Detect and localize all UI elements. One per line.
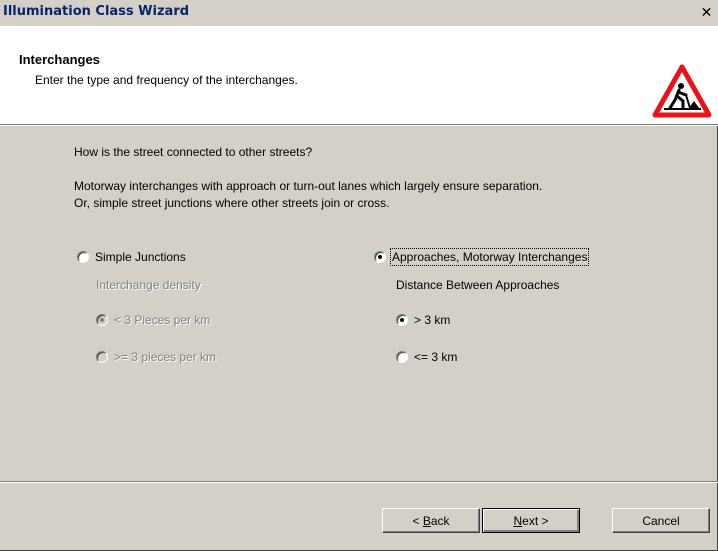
next-rest: ext >	[522, 513, 549, 528]
back-rest: ack	[430, 513, 450, 528]
radio-button[interactable]	[77, 251, 89, 263]
radio-less-than-3-pieces[interactable]: < 3 Pieces per km	[96, 313, 210, 327]
wizard-window: Illumination Class Wizard ✕ Interchanges…	[0, 0, 718, 551]
back-prefix: <	[412, 513, 423, 528]
cancel-button[interactable]: Cancel	[612, 508, 710, 533]
wizard-header: Interchanges Enter the type and frequenc…	[0, 26, 718, 125]
radio-button[interactable]	[396, 314, 408, 326]
page-subtitle: Enter the type and frequency of the inte…	[35, 73, 298, 87]
next-button[interactable]: Next >	[482, 508, 580, 533]
description-line-2: Or, simple street junctions where other …	[74, 196, 390, 210]
radio-button[interactable]	[374, 251, 386, 263]
next-mnemonic: N	[513, 513, 523, 528]
cancel-label: Cancel	[642, 513, 680, 528]
radio-label: Simple Junctions	[95, 250, 186, 264]
radio-button[interactable]	[96, 351, 108, 363]
title-bar[interactable]: Illumination Class Wizard ✕	[0, 0, 718, 26]
radio-label: < 3 Pieces per km	[114, 313, 211, 327]
page-title: Interchanges	[19, 52, 100, 67]
close-icon[interactable]: ✕	[699, 5, 714, 20]
radio-3-or-more-pieces[interactable]: >= 3 pieces per km	[96, 350, 216, 364]
question-text: How is the street connected to other str…	[74, 145, 313, 159]
radio-simple-junctions[interactable]: Simple Junctions	[77, 250, 186, 264]
interchange-density-label: Interchange density	[96, 278, 201, 292]
radio-more-than-3-km[interactable]: > 3 km	[396, 313, 450, 327]
description-line-1: Motorway interchanges with approach or t…	[74, 179, 543, 193]
radio-label: >= 3 pieces per km	[114, 350, 217, 364]
distance-between-approaches-label: Distance Between Approaches	[396, 278, 560, 292]
back-mnemonic: B	[422, 513, 431, 528]
radio-label: > 3 km	[414, 313, 451, 327]
radio-button[interactable]	[396, 351, 408, 363]
radio-label: Approaches, Motorway Interchanges	[389, 248, 590, 266]
radio-approaches-motorway-interchanges[interactable]: Approaches, Motorway Interchanges	[374, 248, 590, 266]
back-button[interactable]: < Back	[382, 508, 480, 533]
roadworks-warning-icon	[652, 64, 712, 118]
window-title: Illumination Class Wizard	[3, 4, 190, 19]
radio-label: <= 3 km	[414, 350, 458, 364]
footer-separator	[0, 481, 718, 483]
radio-button[interactable]	[96, 314, 108, 326]
radio-3-km-or-less[interactable]: <= 3 km	[396, 350, 457, 364]
